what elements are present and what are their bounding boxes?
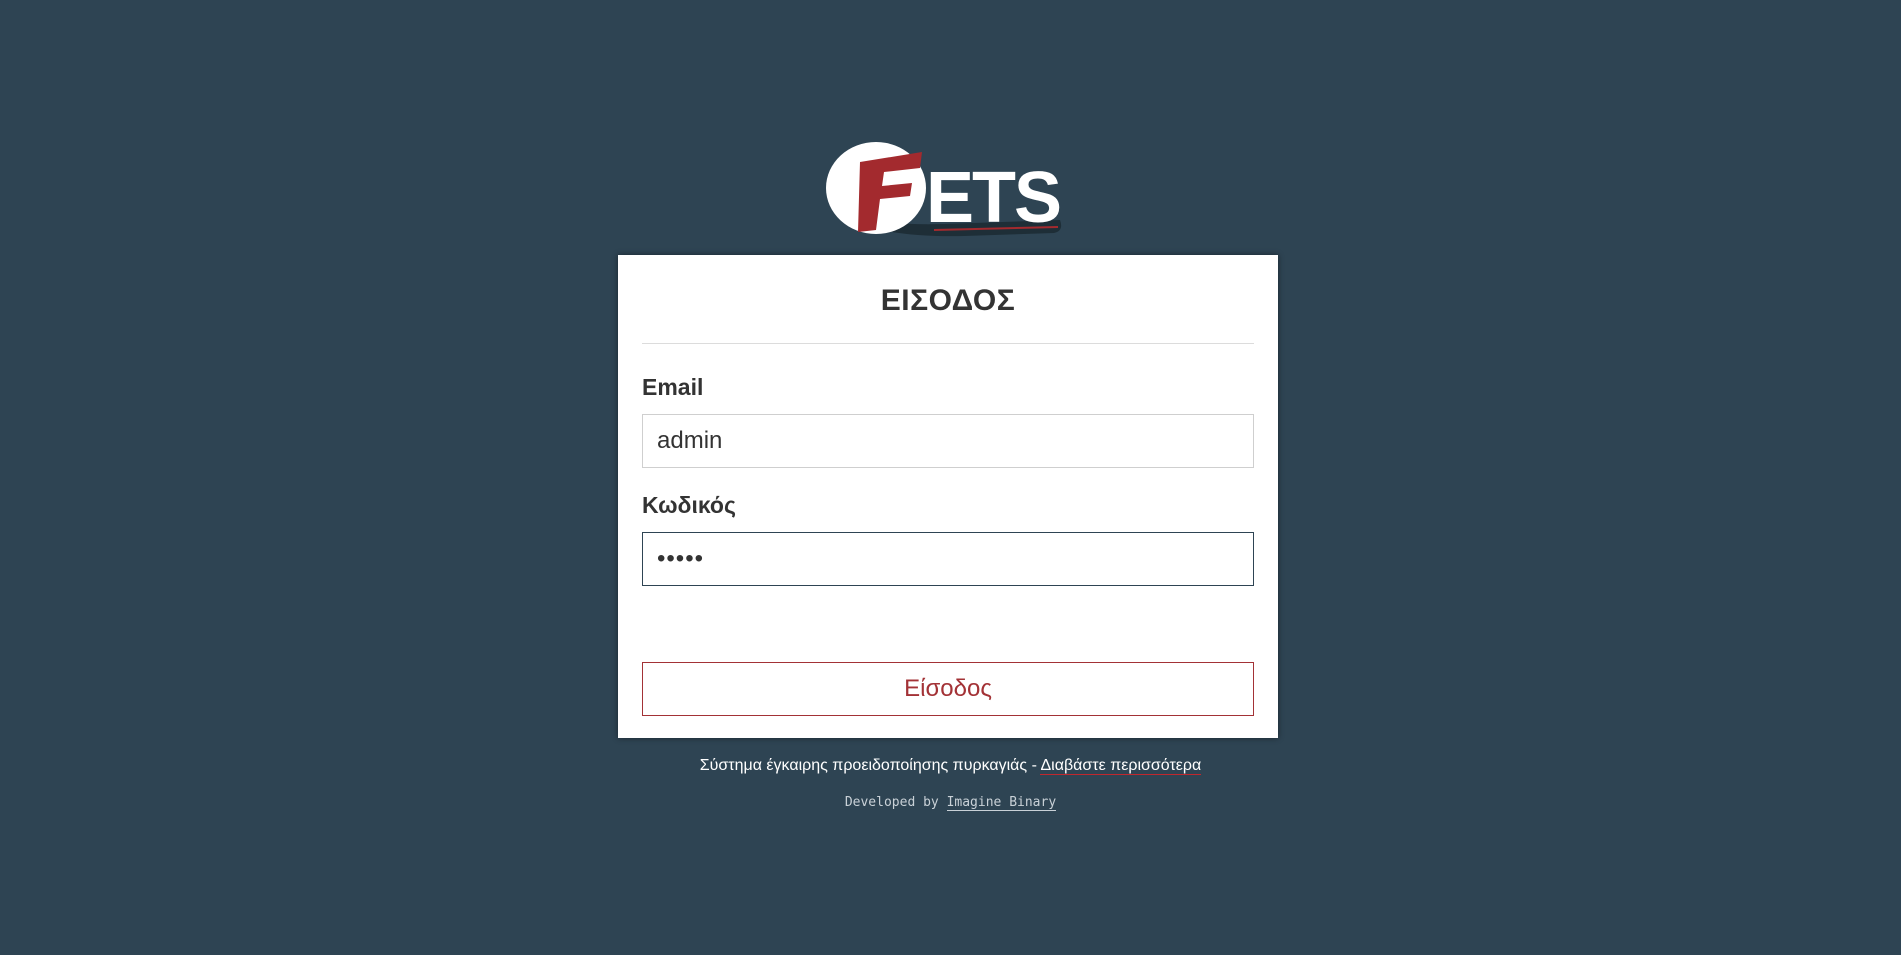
- password-input[interactable]: [642, 532, 1254, 586]
- tagline-text: Σύστημα έγκαιρης προειδοποίησης πυρκαγιά…: [699, 757, 1041, 774]
- login-card: ΕΙΣΟΔΟΣ Email Κωδικός Είσοδος: [618, 255, 1278, 738]
- developer-link[interactable]: Imagine Binary: [946, 795, 1057, 811]
- fets-logo: ETS: [824, 138, 1070, 238]
- read-more-link[interactable]: Διαβάστε περισσότερα: [1040, 757, 1202, 775]
- footer-tagline: Σύστημα έγκαιρης προειδοποίησης πυρκαγιά…: [0, 755, 1901, 777]
- password-label: Κωδικός: [642, 492, 736, 518]
- footer-credits: Developed by Imagine Binary: [0, 793, 1901, 813]
- login-submit-button[interactable]: Είσοδος: [642, 662, 1254, 716]
- svg-text:ETS: ETS: [926, 158, 1060, 238]
- title-divider: [642, 343, 1254, 344]
- login-page: ETS ΕΙΣΟΔΟΣ Email Κωδικός Είσοδος Σύστημ…: [0, 0, 1901, 955]
- login-title: ΕΙΣΟΔΟΣ: [880, 284, 1016, 317]
- email-input[interactable]: [642, 414, 1254, 468]
- email-label: Email: [642, 374, 704, 400]
- developed-by-text: Developed by: [844, 795, 947, 810]
- fets-logo-image: ETS: [826, 142, 1062, 238]
